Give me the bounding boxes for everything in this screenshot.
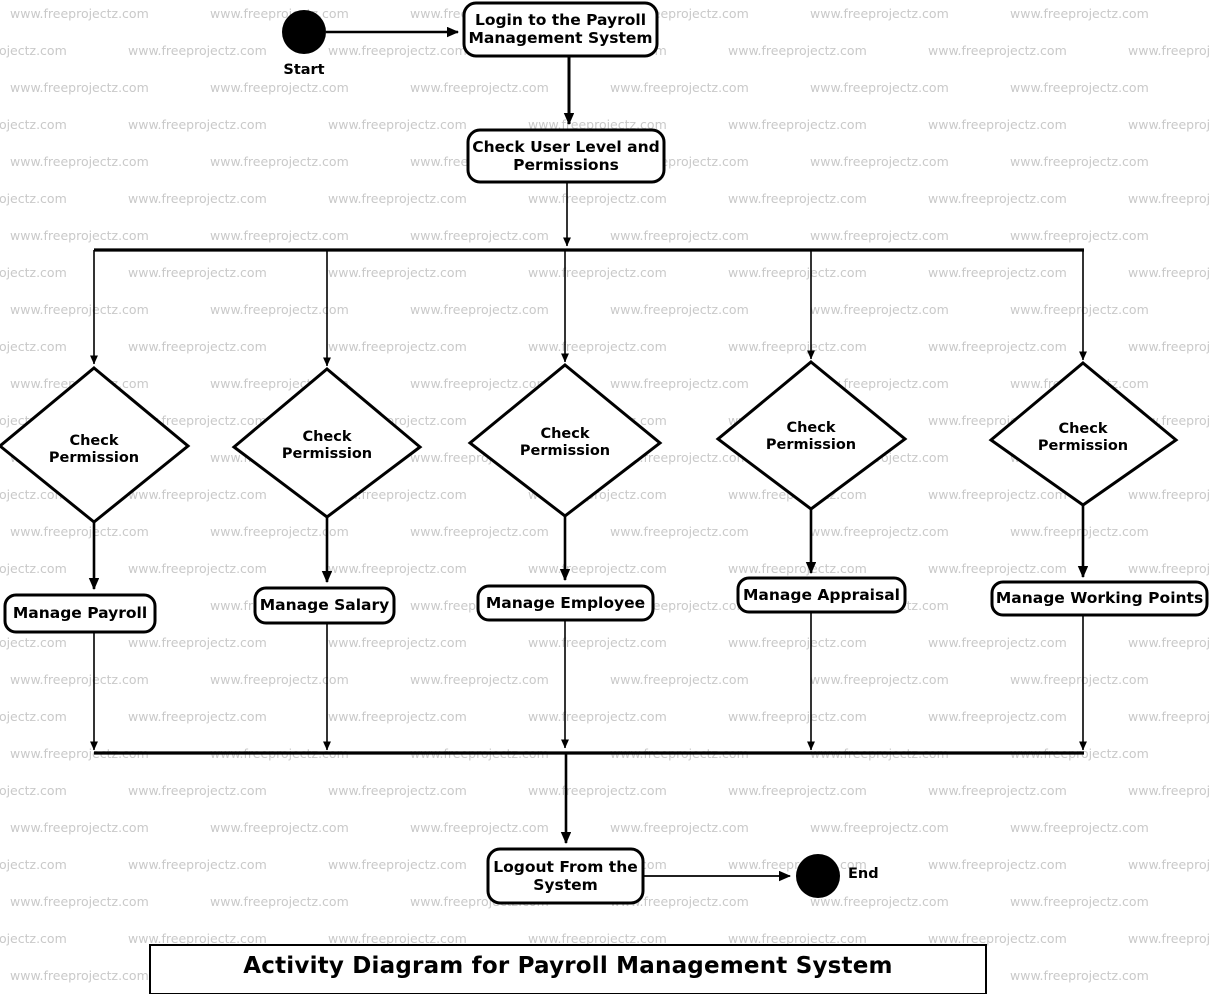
action-checkuser-box xyxy=(466,128,666,184)
end-node xyxy=(796,854,840,898)
start-node xyxy=(282,10,326,54)
action-manage-appraisal-box xyxy=(736,576,907,614)
decision-diamond-4 xyxy=(715,360,908,511)
decision-diamond-1 xyxy=(0,366,191,524)
decision-diamond-2 xyxy=(231,367,423,519)
decision-diamond-3 xyxy=(467,363,663,518)
action-manage-working-points-box xyxy=(990,580,1209,617)
action-login-box xyxy=(462,1,659,58)
action-manage-salary-box xyxy=(253,586,396,625)
decision-diamond-5 xyxy=(988,361,1179,507)
title-frame xyxy=(149,944,987,994)
activity-diagram-canvas: www.freeprojectz.com www.freeprojectz.com… xyxy=(0,0,1209,994)
action-manage-payroll-box xyxy=(3,593,157,634)
action-logout-box xyxy=(486,847,645,905)
action-manage-employee-box xyxy=(476,584,655,622)
diagram-layer xyxy=(0,0,1209,994)
